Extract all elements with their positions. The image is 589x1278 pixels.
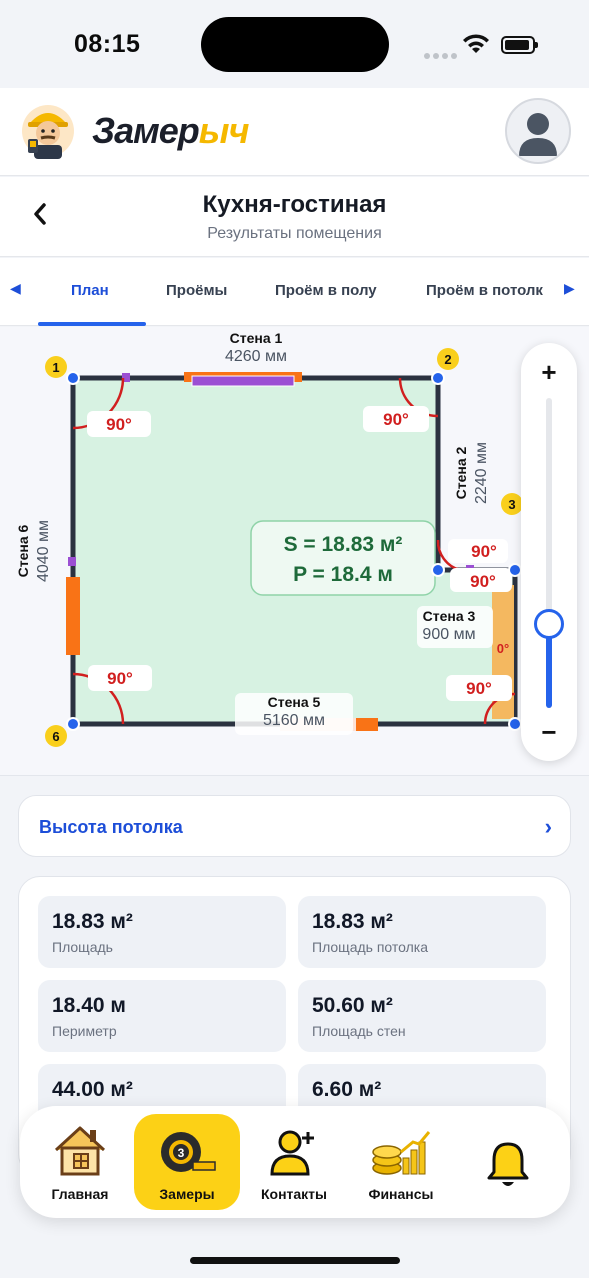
wall-node	[508, 717, 522, 731]
coins-chart-icon	[372, 1131, 431, 1175]
wifi-icon	[463, 34, 489, 53]
tab-openings[interactable]: Проёмы	[166, 282, 227, 299]
stat-wall-area: 50.60 м² Площадь стен	[298, 980, 546, 1052]
page-subtitle: Результаты помещения	[207, 225, 382, 242]
wall-node	[66, 371, 80, 385]
stat-perimeter: 18.40 м Периметр	[38, 980, 286, 1052]
wall-name: Стена 2	[453, 446, 469, 499]
tab-bar: ◀ План Проёмы Проём в полу Проём в потол…	[0, 258, 589, 326]
tab-ceiling-opening[interactable]: Проём в потолк	[426, 282, 543, 299]
nav-measurements[interactable]: 3 Замеры	[134, 1114, 240, 1210]
stat-area: 18.83 м² Площадь	[38, 896, 286, 968]
ceiling-height-row[interactable]: Высота потолка ›	[18, 795, 571, 857]
bottom-navigation: Главная 3 Замеры Контакты Финансы	[20, 1106, 570, 1218]
wall-node	[431, 371, 445, 385]
page-title: Кухня-гостиная	[202, 191, 387, 218]
dynamic-island	[201, 17, 389, 72]
door-marker	[66, 577, 80, 655]
chevron-right-icon: ›	[544, 814, 552, 839]
title-bar: Кухня-гостиная Результаты помещения	[0, 177, 589, 257]
stat-value: 6.60 м²	[312, 1078, 382, 1101]
stat-value: 44.00 м²	[52, 1078, 133, 1101]
brand-logo: Замерыч	[92, 110, 250, 151]
nav-label: Финансы	[368, 1186, 434, 1202]
wall-node	[508, 563, 522, 577]
tab-scroll-left-icon[interactable]: ◀	[10, 280, 21, 297]
stat-label: Площадь стен	[312, 1023, 406, 1039]
window-marker	[191, 375, 295, 387]
stat-label: Площадь потолка	[312, 939, 429, 955]
floor-plan-canvas[interactable]: 90° 90° 90° 90° 90° 90° 0° Стена 1 4260 …	[0, 327, 589, 776]
nav-label: Контакты	[260, 1186, 327, 1202]
angle-label: 90°	[466, 679, 492, 698]
mascot-logo-icon	[22, 105, 74, 159]
corner-number: 1	[52, 360, 59, 375]
wall-length: 2240 мм	[473, 442, 490, 504]
cellular-signal-icon	[424, 46, 460, 64]
ceiling-height-label: Высота потолка	[39, 817, 183, 837]
nav-contacts[interactable]: Контакты	[252, 1106, 336, 1218]
home-indicator	[190, 1257, 400, 1264]
tab-floor-opening[interactable]: Проём в полу	[275, 282, 377, 299]
battery-icon	[501, 36, 538, 54]
wall-length: 4040 мм	[35, 520, 52, 582]
angle-label: 90°	[106, 415, 132, 434]
tab-plan[interactable]: План	[71, 282, 109, 299]
svg-text:3: 3	[178, 1146, 185, 1160]
wall-node	[66, 717, 80, 731]
perimeter-value: P = 18.4 м	[293, 563, 393, 586]
bell-icon	[487, 1142, 529, 1186]
user-icon	[519, 113, 557, 156]
angle-label: 90°	[383, 410, 409, 429]
zoom-control: + −	[521, 343, 577, 761]
small-opening-marker	[68, 557, 76, 566]
stat-value: 18.83 м²	[52, 910, 133, 933]
tab-scroll-right-icon[interactable]: ▶	[564, 280, 575, 297]
avatar[interactable]	[505, 98, 571, 164]
wall-length: 900 мм	[422, 626, 475, 643]
wall-name: Стена 5	[268, 694, 321, 710]
area-value: S = 18.83 м²	[284, 533, 403, 556]
door-marker	[354, 718, 378, 731]
nav-home[interactable]: Главная	[38, 1106, 122, 1218]
nav-label: Замеры	[159, 1186, 215, 1202]
angle-label: 90°	[470, 572, 496, 591]
stat-value: 18.83 м²	[312, 910, 393, 933]
corner-number: 3	[508, 497, 515, 512]
wall-length: 4260 мм	[225, 348, 287, 365]
status-time: 08:15	[74, 30, 141, 58]
stat-value: 50.60 м²	[312, 994, 393, 1017]
corner-number: 2	[444, 352, 451, 367]
zoom-slider-thumb[interactable]	[534, 609, 564, 640]
zoom-in-button[interactable]: +	[521, 357, 577, 388]
nav-finance[interactable]: Финансы	[358, 1106, 444, 1218]
corner-number: 6	[52, 729, 59, 744]
angle-label: 90°	[107, 669, 133, 688]
angle-label: 0°	[497, 641, 509, 656]
house-icon	[54, 1126, 106, 1176]
nav-label: Главная	[51, 1186, 109, 1202]
nav-notifications[interactable]	[466, 1106, 550, 1218]
wall-name: Стена 6	[15, 524, 31, 577]
stat-value: 18.40 м	[52, 994, 126, 1017]
stat-label: Периметр	[52, 1023, 117, 1039]
angle-label: 90°	[471, 542, 497, 561]
wall-name: Стена 3	[423, 608, 476, 624]
active-tab-indicator	[38, 322, 146, 326]
app-header: Замерыч	[0, 88, 589, 176]
stat-ceiling-area: 18.83 м² Площадь потолка	[298, 896, 546, 968]
tape-measure-icon: 3	[161, 1132, 216, 1172]
stat-label: Площадь	[52, 939, 113, 955]
add-contact-icon	[270, 1130, 314, 1176]
wall-node	[431, 563, 445, 577]
status-bar: 08:15	[0, 0, 589, 88]
zoom-out-button[interactable]: −	[521, 717, 577, 748]
floor-plan[interactable]: 90° 90° 90° 90° 90° 90° 0° Стена 1 4260 …	[0, 327, 589, 776]
wall-name: Стена 1	[230, 330, 283, 346]
wall-length: 5160 мм	[263, 712, 325, 729]
